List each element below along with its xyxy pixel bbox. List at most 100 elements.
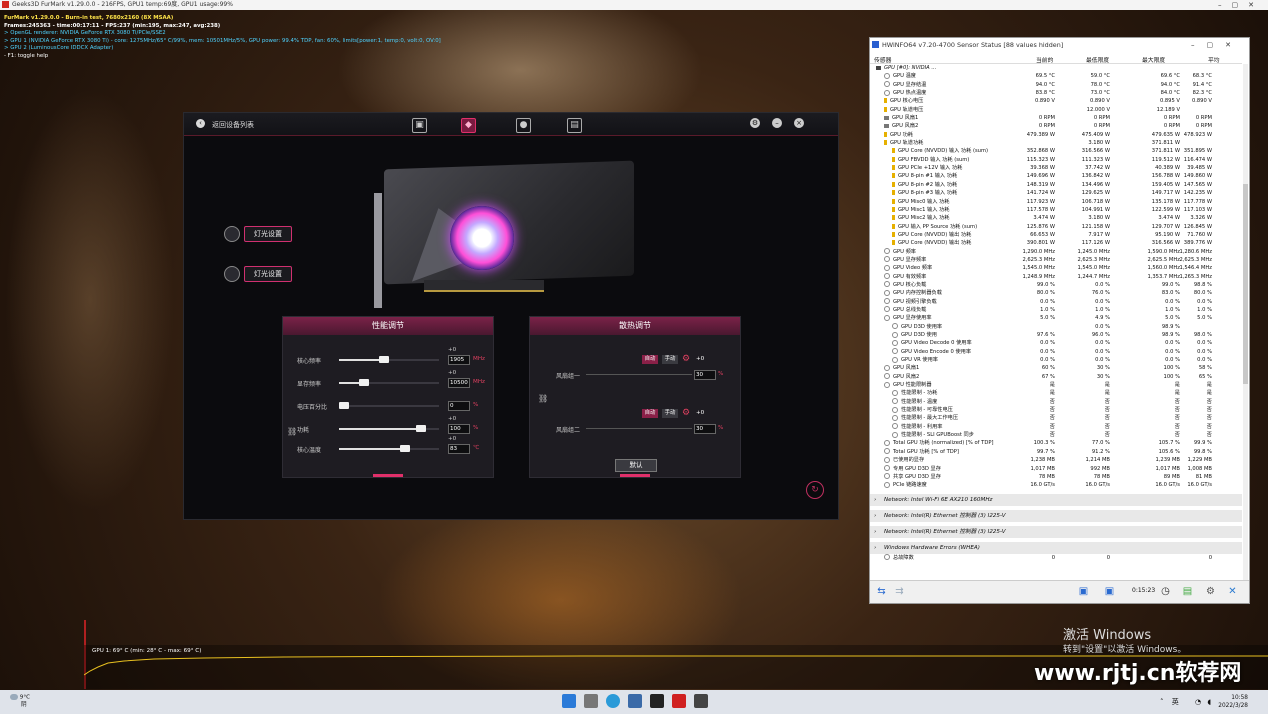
fan-manual-button[interactable]: 手动 — [662, 409, 678, 418]
slider-value-input[interactable]: 10500 — [448, 378, 470, 388]
slider-value-input[interactable]: 0 — [448, 401, 470, 411]
furmark-icon[interactable] — [672, 694, 686, 708]
hwinfo-row[interactable]: 专用 GPU D3D 显存 1,017 MB 992 MB 1,017 MB 1,008… — [870, 465, 1242, 473]
tray-chevron-icon[interactable]: ˄ — [1160, 698, 1164, 706]
hwinfo-row[interactable]: GPU 轨道功耗 3.180 W 371.811 W — [870, 139, 1242, 147]
slider-track[interactable] — [339, 379, 439, 386]
perf-slider-row[interactable]: 功耗 +0 100% — [283, 416, 493, 435]
gpu-tweak-icon[interactable] — [650, 694, 664, 708]
hwinfo-row[interactable]: GPU 轨道电压 12.000 V 12.189 V — [870, 106, 1242, 114]
hwinfo-window-controls[interactable]: –▢✕ — [1191, 38, 1243, 52]
fan-track[interactable] — [586, 428, 692, 429]
slider-track[interactable] — [339, 402, 439, 409]
close-icon[interactable]: × — [794, 118, 804, 128]
hwinfo-row[interactable]: GPU D3D 使用率 0.0 % 98.9 % — [870, 323, 1242, 331]
hwinfo-section[interactable]: › Network: Intel Wi-Fi 6E AX210 160MHz — [870, 493, 1242, 506]
back-button[interactable]: 返回设备列表 — [212, 120, 254, 130]
system-tray[interactable]: ˄ 英 ◔ ◖ — [1160, 697, 1211, 707]
hwinfo-row[interactable]: GPU 性能限制器是是是是 — [870, 381, 1242, 389]
hwinfo-section[interactable]: › Windows Hardware Errors (WHEA) — [870, 541, 1242, 554]
hwinfo-row[interactable]: GPU 风扇2 67 % 30 % 100 % 65 % — [870, 373, 1242, 381]
nav-light-icon[interactable]: ● — [516, 118, 531, 133]
perf-slider-row[interactable]: 核心温度 +0 83 ℃ — [283, 436, 493, 455]
hwinfo-row[interactable]: GPU 内存控制器负载 80.0 % 76.0 % 83.0 % 80.0 % — [870, 289, 1242, 297]
hwinfo-row[interactable]: 性能限制 - 最大工作电压否否否否 — [870, 414, 1242, 422]
hwinfo-row[interactable]: GPU 核心负载 99.0 % 0.0 % 99.0 % 98.8 % — [870, 281, 1242, 289]
hwinfo-row[interactable]: GPU 有效频率 1,248.9 MHz 1,244.7 MHz 1,353.7 MH… — [870, 273, 1242, 281]
slider-value-input[interactable]: 83 — [448, 444, 470, 454]
nav-left-icon[interactable]: ⇆ — [874, 584, 889, 599]
hwinfo-row[interactable]: GPU 风扇1 60 % 30 % 100 % 58 % — [870, 364, 1242, 372]
hwinfo-icon[interactable] — [694, 694, 708, 708]
perf-slider-row[interactable]: 核心频率 +0 1905 MHz — [283, 347, 493, 366]
wifi-icon[interactable]: ◔ — [1195, 698, 1201, 706]
light-settings-button[interactable]: 灯光设置 — [244, 226, 292, 242]
light-zone-icon[interactable] — [224, 266, 240, 282]
hwinfo-row[interactable]: GPU D3D 使用 97.6 % 96.0 % 98.9 % 98.0 % — [870, 331, 1242, 339]
hwinfo-row[interactable]: GPU FBVDD 输入 功耗 (sum) 115.323 W 111.323 W 1… — [870, 156, 1242, 164]
hwinfo-row[interactable]: GPU Core (NVVDD) 输入 功耗 (sum) 352.868 W 316… — [870, 147, 1242, 155]
report-icon[interactable]: ▤ — [1180, 584, 1195, 599]
expand-chevron-icon[interactable]: › — [874, 542, 876, 554]
window-controls[interactable]: –▢✕ — [1218, 0, 1264, 10]
hwinfo-row[interactable]: GPU 温度 69.5 °C 59.0 °C 69.6 °C 68.3 °C — [870, 72, 1242, 80]
nav-gpu-icon[interactable]: ▣ — [412, 118, 427, 133]
col-max[interactable]: 最大限度 — [1142, 55, 1165, 64]
hwinfo-row[interactable]: GPU 总线负载 1.0 % 1.0 % 1.0 % 1.0 % — [870, 306, 1242, 314]
fan-value-input[interactable]: 30 — [694, 370, 716, 380]
col-avg[interactable]: 平均 — [1208, 55, 1220, 64]
hwinfo-row[interactable]: GPU VR 使用率 0.0 % 0.0 % 0.0 % 0.0 % — [870, 356, 1242, 364]
hwinfo-row[interactable]: GPU 热点温度 83.8 °C 73.0 °C 84.0 °C 82.3 °C — [870, 89, 1242, 97]
close-icon[interactable]: ✕ — [1225, 584, 1240, 599]
hwinfo-row[interactable]: GPU 功耗 479.389 W 475.409 W 479.635 W 478.923… — [870, 131, 1242, 139]
hwinfo-row[interactable]: GPU 风扇1 0 RPM 0 RPM 0 RPM 0 RPM — [870, 114, 1242, 122]
nav-logo-icon[interactable]: ◆ — [461, 118, 476, 133]
furmark-titlebar[interactable]: Geeks3D FurMark v1.29.0.0 - 216FPS, GPU1… — [0, 0, 1268, 10]
clock-icon[interactable]: ◷ — [1158, 584, 1173, 599]
hwinfo-row[interactable]: 已使用的显存 1,238 MB 1,214 MB 1,239 MB 1,229 MB — [870, 456, 1242, 464]
hwinfo-row[interactable]: 性能限制 - 功耗是是是是 — [870, 389, 1242, 397]
slider-track[interactable] — [339, 356, 439, 363]
hwinfo-row[interactable]: GPU Video Decode 0 使用率 0.0 % 0.0 % 0.0 % 0.0… — [870, 339, 1242, 347]
network2-icon[interactable]: ▣ — [1102, 584, 1117, 599]
slider-knob[interactable] — [359, 379, 369, 386]
store-icon[interactable] — [628, 694, 642, 708]
hwinfo-row[interactable]: GPU Core (NVVDD) 输出 功耗 66.653 W 7.917 W 95.… — [870, 231, 1242, 239]
expand-chevron-icon[interactable]: › — [874, 526, 876, 538]
slider-knob[interactable] — [416, 425, 426, 432]
fan-link-icon[interactable]: ⛓ — [538, 394, 548, 403]
hwinfo-row[interactable]: GPU Core (NVVDD) 输出 功耗 390.801 W 117.126 W… — [870, 239, 1242, 247]
settings-icon[interactable]: ⚙ — [1203, 584, 1218, 599]
start-icon[interactable] — [562, 694, 576, 708]
hwinfo-row[interactable]: GPU Misc2 输入 功耗 3.474 W 3.180 W 3.474 W 3.32… — [870, 214, 1242, 222]
fan-value-input[interactable]: 30 — [694, 424, 716, 434]
hwinfo-sensor-list[interactable]: GPU [#0]: NVIDIA ... GPU 温度 69.5 °C 59.0 °C… — [870, 64, 1242, 562]
scroll-thumb[interactable] — [1243, 184, 1248, 384]
refresh-icon[interactable]: ↻ — [806, 481, 824, 499]
hwinfo-row[interactable]: GPU PCIe +12V 输入 功耗 39.368 W 37.742 W 40.38… — [870, 164, 1242, 172]
perf-slider-row[interactable]: 显存频率 +0 10500 MHz — [283, 370, 493, 389]
hwinfo-row[interactable]: 性能限制 - 利用率否否否否 — [870, 423, 1242, 431]
expand-chevron-icon[interactable]: › — [874, 510, 876, 522]
search-icon[interactable] — [584, 694, 598, 708]
slider-value-input[interactable]: 100 — [448, 424, 470, 434]
hwinfo-column-header[interactable]: 传感器 当前的 最低限度 最大限度 平均 — [870, 53, 1242, 64]
col-current[interactable]: 当前的 — [1036, 55, 1053, 64]
slider-knob[interactable] — [400, 445, 410, 452]
hwinfo-row[interactable]: 性能限制 - 温度否否否否 — [870, 398, 1242, 406]
volume-icon[interactable]: ◖ — [1207, 698, 1211, 706]
fan-auto-button[interactable]: 自动 — [642, 409, 658, 418]
hwinfo-row[interactable]: Total GPU 功耗 [% of TDP] 99.7 % 91.2 % 105.6… — [870, 448, 1242, 456]
link-icon[interactable]: ⛓ — [287, 427, 297, 436]
slider-knob[interactable] — [339, 402, 349, 409]
hwinfo-row[interactable]: GPU 频率 1,290.0 MHz 1,245.0 MHz 1,590.0 MHz 1… — [870, 248, 1242, 256]
hwinfo-section[interactable]: › Network: Intel(R) Ethernet 控制器 (3) I225… — [870, 525, 1242, 538]
nav-info-icon[interactable]: ▤ — [567, 118, 582, 133]
hwinfo-row[interactable]: GPU Video Encode 0 使用率 0.0 % 0.0 % 0.0 % 0.0… — [870, 348, 1242, 356]
ime-indicator[interactable]: 英 — [1172, 698, 1179, 706]
slider-track[interactable] — [339, 445, 439, 452]
edge-icon[interactable] — [606, 694, 620, 708]
default-button[interactable]: 默认 — [615, 459, 657, 472]
hwinfo-scrollbar[interactable] — [1243, 64, 1248, 584]
network-icon[interactable]: ▣ — [1076, 584, 1091, 599]
